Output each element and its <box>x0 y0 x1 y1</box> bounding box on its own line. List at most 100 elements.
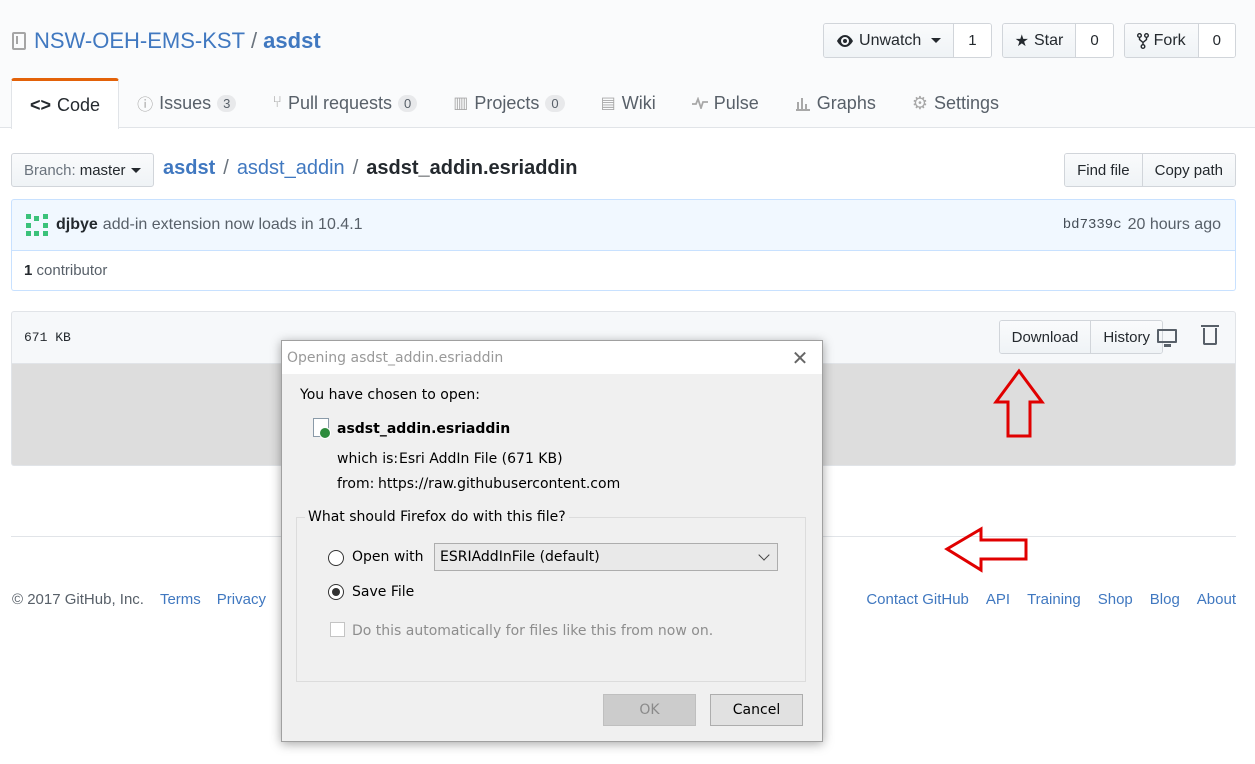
pull-request-icon: ⑂ <box>272 94 282 111</box>
contributors-label: contributor <box>36 262 108 279</box>
tab-settings[interactable]: ⚙ Settings <box>894 78 1017 128</box>
repo-name-link[interactable]: asdst <box>263 28 320 54</box>
save-file-label[interactable]: Save File <box>352 584 414 600</box>
avatar[interactable] <box>26 214 48 236</box>
trash-icon[interactable] <box>1201 325 1219 345</box>
breadcrumb-separator: / <box>352 157 359 179</box>
repo-icon <box>12 32 26 50</box>
commit-meta: bd7339c 20 hours ago <box>1063 216 1221 234</box>
footer-copyright: © 2017 GitHub, Inc. <box>12 591 144 608</box>
copy-path-button[interactable]: Copy path <box>1141 154 1235 186</box>
cancel-button[interactable]: Cancel <box>710 694 803 726</box>
projects-counter: 0 <box>545 94 565 112</box>
commit-time: 20 hours ago <box>1127 216 1221 233</box>
branch-select-button[interactable]: Branch: master <box>11 153 154 187</box>
watch-group: Unwatch 1 <box>823 23 992 58</box>
tab-pulse[interactable]: Pulse <box>674 78 777 128</box>
tab-code[interactable]: <> Code <box>11 78 120 129</box>
contributors-bar[interactable]: 1 contributor <box>11 251 1236 291</box>
open-with-label[interactable]: Open with <box>352 549 424 565</box>
eye-icon <box>837 34 854 47</box>
which-is-value: Esri AddIn File (671 KB) <box>399 451 563 467</box>
commit-message-link[interactable]: add-in extension now loads in 10.4.1 <box>103 216 363 234</box>
chevron-down-icon <box>130 167 141 173</box>
open-with-radio[interactable] <box>328 550 344 566</box>
branch-label: Branch: <box>24 161 76 179</box>
pulse-icon <box>691 97 708 109</box>
annotation-up-arrow-icon <box>993 368 1045 438</box>
contributors-count: 1 <box>24 262 33 279</box>
unwatch-button[interactable]: Unwatch <box>824 24 954 57</box>
gear-icon: ⚙ <box>911 92 928 113</box>
stars-count[interactable]: 0 <box>1075 24 1113 57</box>
ok-button[interactable]: OK <box>603 694 696 726</box>
dialog-titlebar[interactable]: Opening asdst_addin.esriaddin ✕ <box>282 341 822 374</box>
tab-label: Graphs <box>816 92 876 113</box>
tab-label: Projects <box>474 92 540 113</box>
save-file-radio[interactable] <box>328 584 344 600</box>
footer-left: © 2017 GitHub, Inc. Terms Privacy S <box>12 591 292 608</box>
footer-link-terms[interactable]: Terms <box>160 591 201 608</box>
dialog-title: Opening asdst_addin.esriaddin <box>287 349 504 366</box>
breadcrumb-current-file: asdst_addin.esriaddin <box>366 157 578 179</box>
unwatch-label: Unwatch <box>859 31 922 49</box>
tab-label: Pull requests <box>287 92 393 113</box>
desktop-icon[interactable] <box>1157 329 1177 347</box>
repo-owner-link[interactable]: NSW-OEH-EMS-KST <box>34 28 245 54</box>
tab-label: Code <box>57 94 101 115</box>
open-with-selected-app: ESRIAddInFile (default) <box>440 549 600 565</box>
tab-label: Issues <box>159 92 212 113</box>
breadcrumb: asdst / asdst_addin / asdst_addin.esriad… <box>163 157 577 180</box>
which-is-label: which is: <box>337 451 399 467</box>
footer-link-training[interactable]: Training <box>1027 591 1081 608</box>
auto-action-checkbox[interactable] <box>330 622 345 637</box>
repo-separator: / <box>251 28 258 53</box>
commit-author-link[interactable]: djbye <box>56 216 98 234</box>
fork-group: Fork 0 <box>1123 23 1236 58</box>
tab-label: Settings <box>933 92 1000 113</box>
forks-count[interactable]: 0 <box>1197 24 1235 57</box>
fork-button[interactable]: Fork <box>1124 24 1198 57</box>
tab-wiki[interactable]: ▤ Wiki <box>583 78 674 128</box>
chevron-down-icon <box>758 549 770 561</box>
open-file-dialog: Opening asdst_addin.esriaddin ✕ You have… <box>281 340 823 742</box>
footer-link-contact[interactable]: Contact GitHub <box>866 591 969 608</box>
book-icon: ▤ <box>600 95 616 112</box>
tab-label: Pulse <box>713 92 759 113</box>
download-button[interactable]: Download <box>999 321 1091 353</box>
commit-sha-link[interactable]: bd7339c <box>1063 217 1122 233</box>
auto-action-label[interactable]: Do this automatically for files like thi… <box>352 623 713 639</box>
footer-right: Contact GitHub API Training Shop Blog Ab… <box>866 591 1236 608</box>
footer-link-api[interactable]: API <box>986 591 1010 608</box>
chevron-down-icon <box>931 38 942 43</box>
close-icon[interactable]: ✕ <box>783 343 817 373</box>
breadcrumb-root-link[interactable]: asdst <box>163 157 215 180</box>
dialog-filename: asdst_addin.esriaddin <box>337 421 511 437</box>
tab-pull-requests[interactable]: ⑂ Pull requests 0 <box>254 78 435 128</box>
open-with-select[interactable]: ESRIAddInFile (default) <box>434 543 778 571</box>
find-file-button[interactable]: Find file <box>1065 154 1142 186</box>
tab-graphs[interactable]: Graphs <box>777 78 894 128</box>
tab-issues[interactable]: ⓘ Issues 3 <box>119 78 254 128</box>
fork-label: Fork <box>1153 31 1186 49</box>
file-icon <box>313 418 331 439</box>
star-group: ★ Star 0 <box>1001 23 1114 58</box>
footer-link-shop[interactable]: Shop <box>1098 591 1133 608</box>
footer-link-privacy[interactable]: Privacy <box>217 591 266 608</box>
pull-requests-counter: 0 <box>398 94 418 112</box>
repo-title: NSW-OEH-EMS-KST / asdst <box>12 28 321 54</box>
code-icon: <> <box>30 94 52 115</box>
commit-tease: djbye add-in extension now loads in 10.4… <box>11 199 1236 251</box>
pagehead-actions: Unwatch 1 ★ Star 0 Fork 0 <box>823 23 1236 58</box>
star-button[interactable]: ★ Star <box>1002 24 1076 57</box>
footer-link-blog[interactable]: Blog <box>1150 591 1180 608</box>
tab-projects[interactable]: ▥ Projects 0 <box>435 78 582 128</box>
footer-link-about[interactable]: About <box>1197 591 1236 608</box>
from-label: from: <box>337 476 375 492</box>
breadcrumb-separator: / <box>223 157 229 179</box>
breadcrumb-dir-link[interactable]: asdst_addin <box>237 157 345 180</box>
graph-icon <box>795 98 810 111</box>
watchers-count[interactable]: 1 <box>953 24 991 57</box>
history-button[interactable]: History <box>1090 321 1162 353</box>
annotation-left-arrow-icon <box>944 526 1028 573</box>
